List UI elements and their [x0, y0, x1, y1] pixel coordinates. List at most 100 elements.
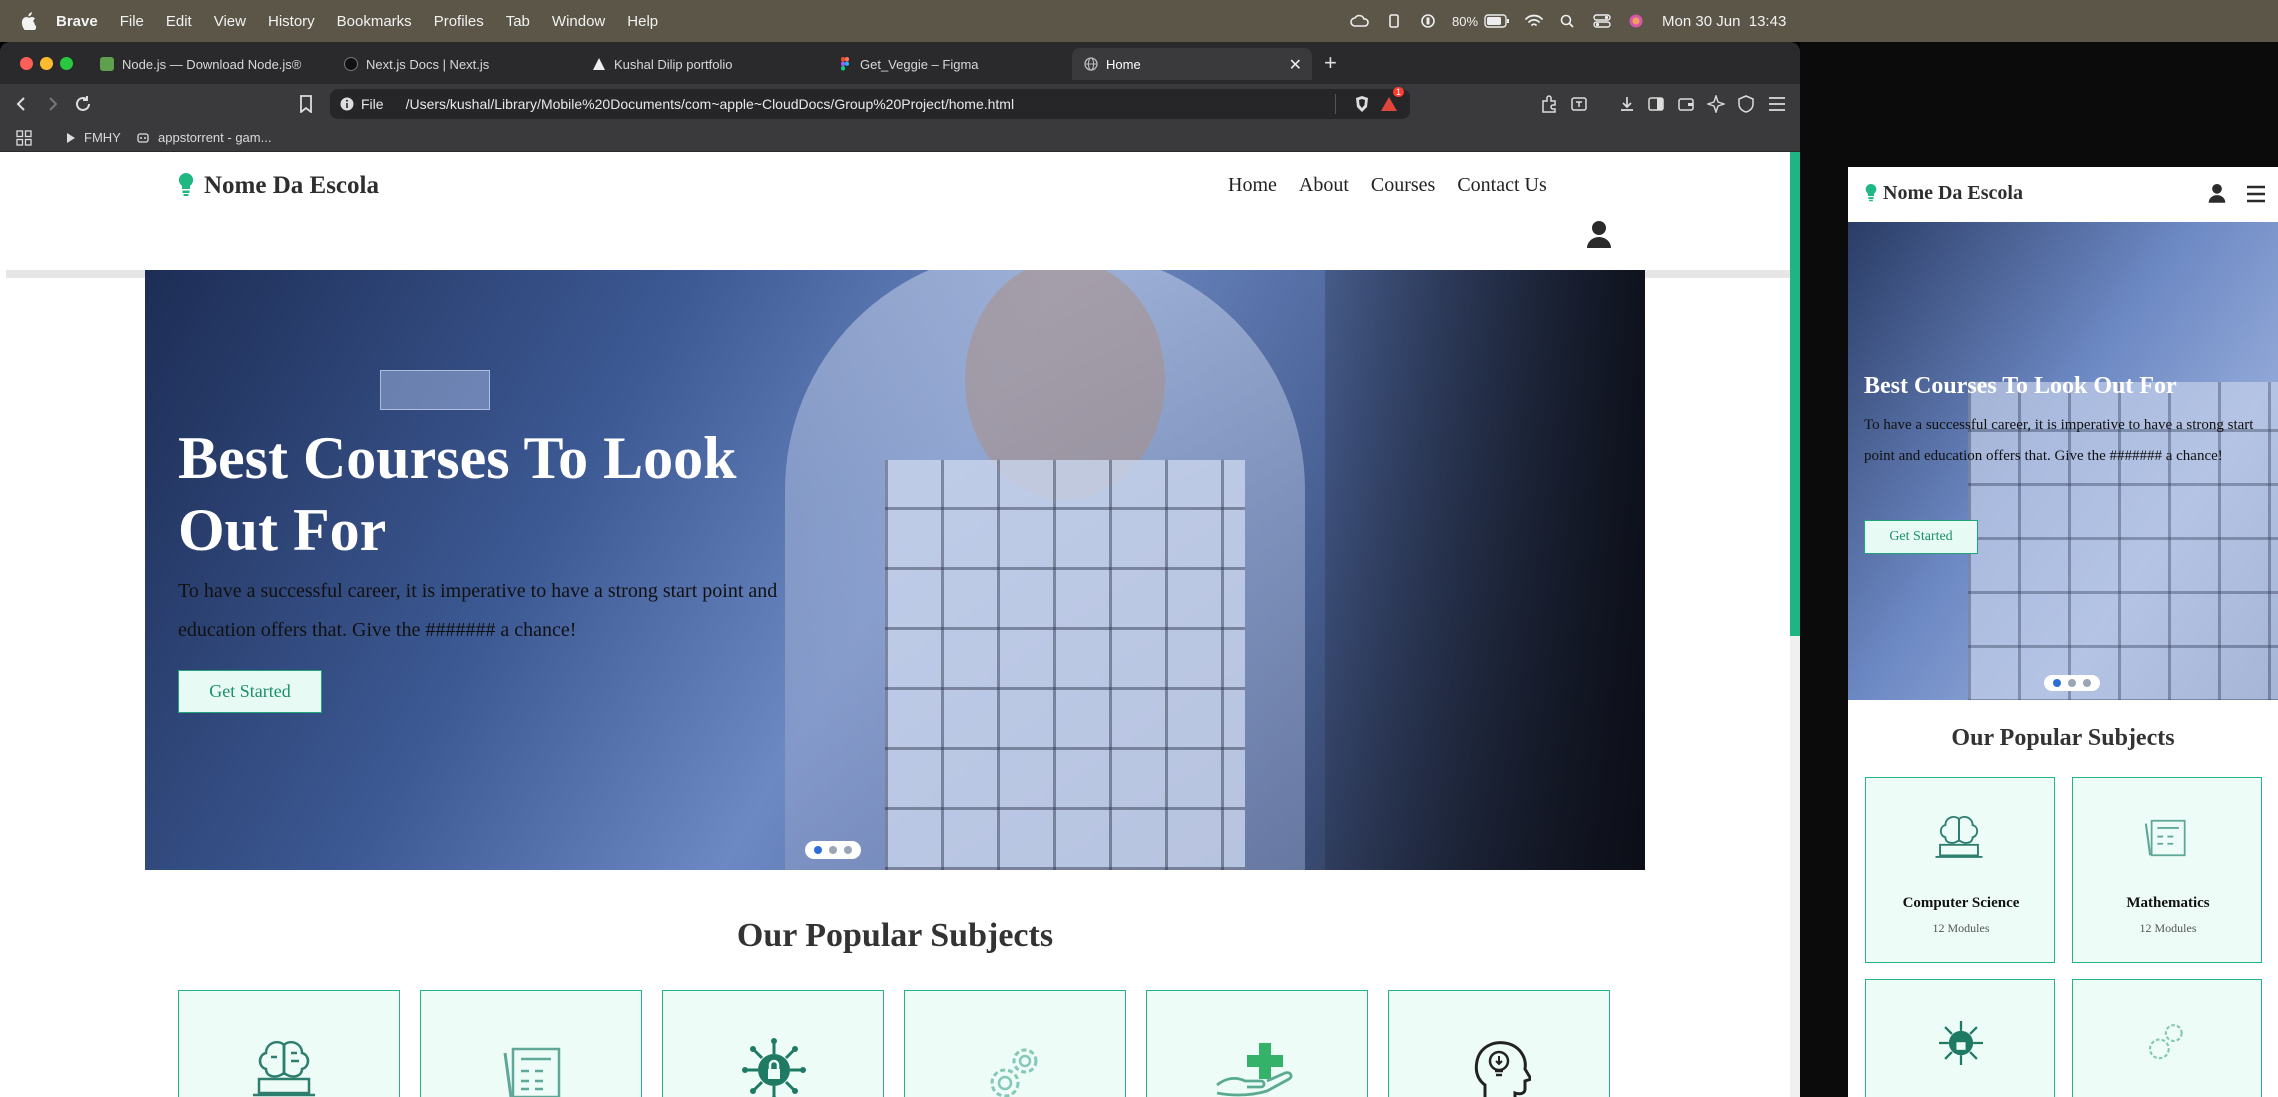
menubar-clock[interactable]: Mon 30 Jun 13:43 — [1662, 13, 1786, 30]
page-scrollbar-thumb[interactable] — [1790, 152, 1800, 636]
brave-shield-icon[interactable] — [1354, 95, 1370, 113]
brain-laptop-icon — [1935, 816, 1983, 858]
control-center-icon[interactable] — [1592, 14, 1612, 28]
close-tab-icon[interactable]: ✕ — [1289, 55, 1302, 75]
mobile-menu-icon[interactable] — [2246, 185, 2266, 203]
subject-modules: 12 Modules — [2139, 921, 2197, 935]
subject-card-psychology[interactable] — [1388, 990, 1610, 1097]
hero-get-started-button[interactable]: Get Started — [178, 670, 322, 713]
apps-grid-icon[interactable] — [16, 130, 32, 146]
user-account-icon[interactable] — [1586, 220, 1612, 248]
menu-bookmarks[interactable]: Bookmarks — [337, 13, 412, 30]
hero-description: To have a successful career, it is imper… — [178, 580, 778, 641]
mobile-subject-card-mathematics[interactable]: Mathematics 12 Modules — [2072, 777, 2262, 963]
window-minimize-button[interactable] — [40, 57, 53, 70]
battery-icon[interactable] — [1484, 14, 1510, 28]
mobile-subject-card-computer-science[interactable]: Computer Science 12 Modules — [1865, 777, 2055, 963]
wallet-icon[interactable] — [1677, 95, 1695, 113]
tab-portfolio[interactable]: Kushal Dilip portfolio — [580, 48, 820, 80]
vpn-icon[interactable] — [1418, 14, 1438, 28]
menu-file[interactable]: File — [120, 13, 144, 30]
subject-card-engineering[interactable] — [904, 990, 1126, 1097]
vpn-shield-icon[interactable] — [1737, 95, 1755, 113]
sidebar-icon[interactable] — [1647, 95, 1665, 113]
address-divider — [1335, 94, 1336, 114]
subject-card-cyber-security[interactable] — [662, 990, 884, 1097]
tab-label: Get_Veggie – Figma — [860, 56, 979, 72]
subject-card-mathematics[interactable] — [420, 990, 642, 1097]
tab-home-active[interactable]: Home ✕ — [1072, 48, 1312, 80]
nextjs-favicon-icon — [344, 57, 358, 71]
carousel-dot-1[interactable] — [814, 846, 822, 854]
mobile-popular-subjects-title: Our Popular Subjects — [1951, 725, 2175, 751]
site-brand[interactable]: Nome Da Escola — [204, 172, 379, 200]
cloud-sync-icon[interactable] — [1350, 14, 1370, 28]
carousel-dot-2[interactable] — [829, 846, 837, 854]
tab-figma[interactable]: Get_Veggie – Figma — [826, 48, 1066, 80]
mobile-get-started-button[interactable]: Get Started — [1864, 520, 1978, 554]
subject-card-healthcare[interactable] — [1146, 990, 1368, 1097]
calculator-ruler-icon — [503, 1047, 561, 1097]
mobile-subject-card-cyber-security[interactable] — [1865, 979, 2055, 1097]
wifi-icon[interactable] — [1524, 14, 1544, 28]
subject-modules: 12 Modules — [1932, 921, 1990, 935]
window-close-button[interactable] — [20, 57, 33, 70]
menu-edit[interactable]: Edit — [166, 13, 192, 30]
bulb-logo-icon — [178, 172, 194, 196]
info-icon[interactable] — [340, 97, 354, 111]
menu-history[interactable]: History — [268, 13, 315, 30]
menu-view[interactable]: View — [214, 13, 246, 30]
forward-icon[interactable] — [44, 96, 60, 112]
brave-rewards-icon[interactable] — [1380, 95, 1398, 113]
browser-toolbar: File /Users/kushal/Library/Mobile%20Docu… — [0, 84, 1800, 124]
nav-courses[interactable]: Courses — [1371, 174, 1435, 197]
nav-about[interactable]: About — [1299, 174, 1349, 197]
subject-card-computer-science[interactable] — [178, 990, 400, 1097]
menu-profiles[interactable]: Profiles — [434, 13, 484, 30]
address-bar[interactable]: File /Users/kushal/Library/Mobile%20Docu… — [330, 87, 1410, 119]
bookmark-appstorrent[interactable]: appstorrent - gam... — [136, 130, 271, 145]
menu-window[interactable]: Window — [552, 13, 605, 30]
translate-icon[interactable] — [1570, 95, 1588, 113]
bookmark-fmhy[interactable]: FMHY — [66, 130, 121, 145]
hero-image-screen — [380, 370, 490, 410]
bookmark-page-icon[interactable] — [298, 95, 314, 113]
carousel-dot-3[interactable] — [844, 846, 852, 854]
tab-nextjs[interactable]: Next.js Docs | Next.js — [332, 48, 572, 80]
user-account-icon[interactable] — [2208, 183, 2226, 203]
url-text[interactable]: /Users/kushal/Library/Mobile%20Documents… — [406, 96, 1015, 112]
calculator-ruler-icon — [2144, 819, 2186, 857]
back-icon[interactable] — [14, 96, 30, 112]
reload-icon[interactable] — [74, 95, 92, 113]
hamburger-menu-icon[interactable] — [1768, 96, 1786, 112]
new-tab-button[interactable]: + — [1324, 52, 1337, 74]
extensions-icon[interactable] — [1540, 95, 1558, 113]
carousel-dot-1[interactable] — [2053, 679, 2061, 687]
window-zoom-button[interactable] — [60, 57, 73, 70]
tab-nodejs[interactable]: Node.js — Download Node.js® — [88, 48, 328, 80]
menu-tab[interactable]: Tab — [506, 13, 530, 30]
nav-home[interactable]: Home — [1228, 174, 1277, 197]
download-icon[interactable] — [1618, 95, 1636, 113]
globe-favicon-icon — [1084, 57, 1098, 71]
subject-name: Computer Science — [1902, 895, 2020, 911]
battery-percent: 80% — [1452, 13, 1479, 29]
url-scheme-label: File — [361, 96, 384, 112]
mobile-site-brand[interactable]: Nome Da Escola — [1883, 182, 2023, 205]
siri-icon[interactable] — [1626, 14, 1646, 28]
leo-ai-icon[interactable] — [1707, 95, 1725, 113]
carousel-dot-2[interactable] — [2068, 679, 2076, 687]
mobile-subject-card-engineering[interactable] — [2072, 979, 2262, 1097]
menu-help[interactable]: Help — [627, 13, 658, 30]
virus-lock-icon — [742, 1038, 806, 1097]
menu-app-name[interactable]: Brave — [56, 13, 98, 30]
rewards-badge: 1 — [1392, 87, 1404, 97]
battery-saver-icon[interactable] — [1384, 14, 1404, 28]
spotlight-search-icon[interactable] — [1558, 14, 1578, 28]
tab-label: Kushal Dilip portfolio — [614, 56, 733, 72]
apple-icon[interactable] — [20, 12, 36, 30]
carousel-dot-3[interactable] — [2083, 679, 2091, 687]
bulb-logo-icon — [1865, 183, 1877, 202]
nav-contact-us[interactable]: Contact Us — [1457, 174, 1546, 197]
page-viewport: Nome Da Escola Home About Courses Contac… — [0, 152, 1800, 1097]
